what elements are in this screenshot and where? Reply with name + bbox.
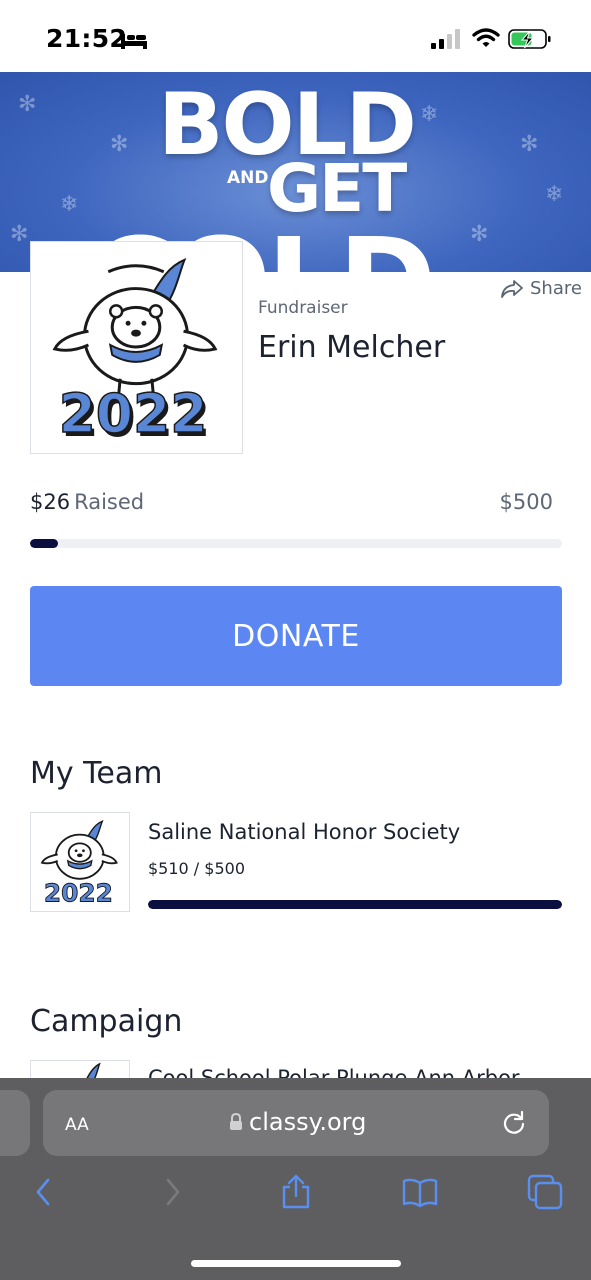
donate-button[interactable]: DONATE: [30, 586, 562, 686]
tabs-icon: [527, 1174, 563, 1210]
team-avatar[interactable]: 2022: [30, 812, 130, 912]
bookmarks-button[interactable]: [402, 1174, 438, 1210]
raised-amount: $26: [30, 490, 71, 514]
address-bar[interactable]: AA classy.org: [43, 1090, 549, 1156]
chevron-left-icon: [36, 1178, 50, 1206]
forward-button[interactable]: [154, 1174, 190, 1210]
polar-bear-logo-icon: 2022 2022: [52, 258, 218, 449]
browser-nav-toolbar: [0, 1174, 591, 1218]
share-arrow-icon: [501, 279, 523, 298]
avatar-year: 2022: [59, 382, 208, 445]
share-label: Share: [530, 278, 582, 299]
goal-amount: $500: [499, 490, 553, 514]
sleep-focus-icon: [121, 34, 147, 49]
share-page-button[interactable]: [278, 1174, 314, 1210]
aa-label: AA: [65, 1115, 89, 1135]
reload-icon[interactable]: [501, 1110, 527, 1136]
reader-options-button[interactable]: AA: [65, 1108, 89, 1136]
back-button[interactable]: [26, 1174, 62, 1210]
raised-summary: $26 Raised $500: [30, 490, 553, 520]
fundraising-progress-bar: [30, 539, 562, 548]
browser-toolbar: AA classy.org: [0, 1078, 591, 1280]
lock-icon: [230, 1113, 242, 1130]
url-display[interactable]: classy.org: [229, 1108, 366, 1136]
my-team-heading: My Team: [30, 756, 163, 791]
status-bar: 21:52: [0, 0, 591, 72]
fundraiser-name: Erin Melcher: [258, 330, 446, 365]
book-icon: [402, 1178, 438, 1208]
status-time: 21:52: [46, 24, 128, 53]
polar-bear-logo-icon: 2022: [40, 820, 118, 908]
share-sheet-icon: [282, 1174, 310, 1209]
team-avatar-year: 2022: [44, 878, 113, 907]
share-button[interactable]: Share: [500, 278, 582, 299]
wifi-icon: [472, 28, 500, 47]
battery-charging-icon: [508, 29, 551, 49]
team-progress-bar: [148, 900, 562, 909]
fundraising-progress-fill: [30, 539, 58, 548]
team-name-link[interactable]: Saline National Honor Society: [148, 820, 460, 844]
banner-headline-and: AND: [227, 168, 269, 188]
team-progress-fill: [148, 900, 562, 909]
fundraiser-avatar: 2022 2022: [30, 241, 243, 454]
home-indicator: [191, 1260, 401, 1267]
chevron-right-icon: [166, 1178, 180, 1206]
fundraiser-type-label: Fundraiser: [258, 298, 348, 318]
team-progress-text: $510 / $500: [148, 859, 245, 878]
tabs-button[interactable]: [527, 1174, 563, 1210]
previous-tab-preview[interactable]: [0, 1090, 30, 1156]
raised-label: Raised: [74, 490, 145, 514]
cellular-signal-icon: [431, 29, 460, 49]
url-text: classy.org: [249, 1108, 367, 1136]
campaign-heading: Campaign: [30, 1004, 183, 1039]
